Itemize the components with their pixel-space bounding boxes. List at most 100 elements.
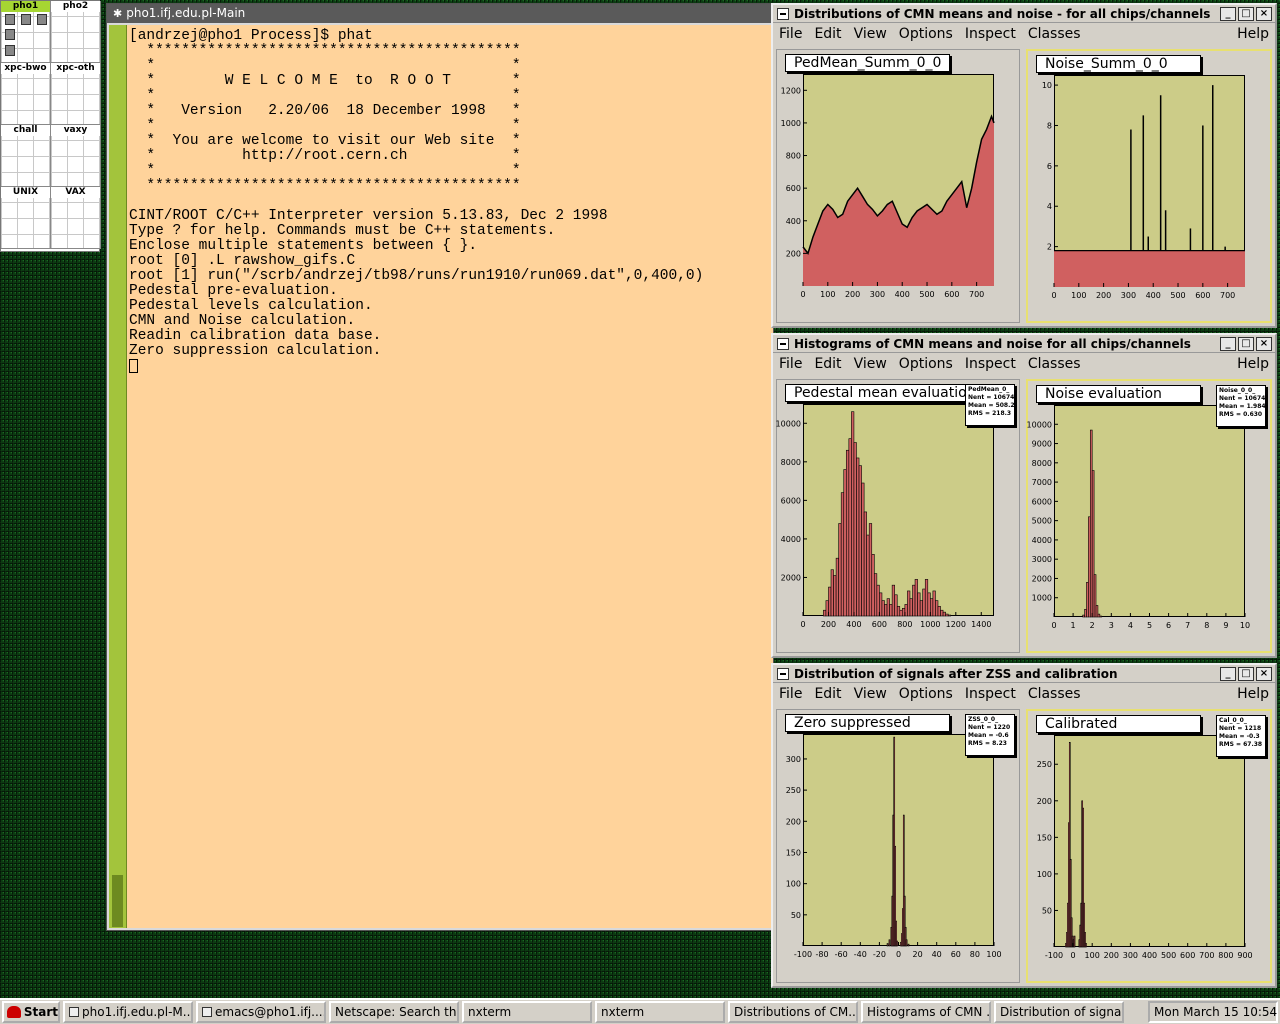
taskbar-task[interactable]: Histograms of CMN ...	[861, 1001, 991, 1023]
pager-mini-window[interactable]	[5, 14, 15, 25]
menu-help[interactable]: Help	[1237, 26, 1269, 42]
scrollbar-thumb[interactable]	[112, 875, 123, 927]
maximize-button[interactable]: □	[1238, 666, 1254, 681]
pager-desktop-4[interactable]: chall	[1, 125, 51, 187]
y-tick-label: 300	[786, 755, 801, 764]
taskbar-task[interactable]: Netscape: Search th...	[329, 1001, 459, 1023]
menu-file[interactable]: File	[779, 356, 802, 372]
canvas-pad[interactable]: Noise evaluation Noise_0_0_ Nent = 10674 Me…	[1026, 379, 1272, 653]
menu-classes[interactable]: Classes	[1028, 686, 1081, 702]
menu-classes[interactable]: Classes	[1028, 26, 1081, 42]
x-tick-label: 500	[1161, 951, 1176, 960]
canvas-titlebar[interactable]: Distributions of CMN means and noise - f…	[773, 5, 1275, 23]
x-tick-label: -20	[873, 950, 886, 959]
minimize-button[interactable]: _	[1220, 666, 1236, 681]
menu-edit[interactable]: Edit	[814, 686, 841, 702]
root-canvas-window[interactable]: Distributions of CMN means and noise - f…	[771, 3, 1277, 328]
menu-file[interactable]: File	[779, 26, 802, 42]
menu-options[interactable]: Options	[899, 356, 953, 372]
x-tick-label: -100	[1045, 951, 1063, 960]
task-icon	[69, 1007, 79, 1017]
histogram-plot: 0 100 200 300 400 500 600 700 2 4 6 8 10	[1042, 81, 1245, 300]
menu-file[interactable]: File	[779, 686, 802, 702]
pager-mini-window[interactable]	[37, 14, 47, 25]
pager-desktop-6[interactable]: UNIX	[1, 187, 51, 249]
y-tick-label: 8000	[781, 458, 801, 467]
terminal-line: * W E L C O M E to R O O T *	[129, 73, 521, 89]
canvas-pad[interactable]: Pedestal mean evaluation PedMean_0_ Nent =…	[776, 379, 1020, 653]
terminal-output[interactable]: [andrzej@pho1 Process]$ phat ***********…	[127, 25, 773, 928]
root-canvas-window[interactable]: Histograms of CMN means and noise for al…	[771, 333, 1277, 658]
x-tick-label: 700	[1199, 951, 1214, 960]
pager-mini-window[interactable]	[5, 45, 15, 56]
close-button[interactable]: ×	[1256, 6, 1272, 21]
menu-edit[interactable]: Edit	[814, 26, 841, 42]
canvas-pad[interactable]: Noise_Summ_0_0 0 100 200 300 400 500 600 700 2 4 6 8…	[1026, 49, 1272, 323]
histogram-bar	[833, 575, 837, 617]
pager-mini-window[interactable]	[5, 29, 15, 40]
canvas-titlebar[interactable]: Distribution of signals after ZSS and ca…	[773, 665, 1275, 683]
histogram-bar	[871, 554, 875, 617]
terminal-scrollbar[interactable]	[109, 25, 127, 928]
menu-view[interactable]: View	[854, 356, 887, 372]
pager-desktop-0[interactable]: pho1	[1, 1, 51, 63]
menu-view[interactable]: View	[854, 686, 887, 702]
menu-help[interactable]: Help	[1237, 356, 1269, 372]
maximize-button[interactable]: □	[1238, 336, 1254, 351]
minimize-button[interactable]: _	[1220, 336, 1236, 351]
x-tick-label: 600	[1180, 951, 1195, 960]
pad-title: Pedestal mean evaluation	[785, 384, 985, 402]
desktop-pager[interactable]: pho1 pho2 xpc-bwo xpc-oth chall vaxy UNIX VAX	[0, 0, 101, 252]
close-button[interactable]: ×	[1256, 336, 1272, 351]
x-tick-label: 0	[1071, 951, 1076, 960]
x-tick-label: -80	[816, 950, 829, 959]
terminal-line: root [1] run("/scrb/andrzej/tb98/runs/ru…	[129, 268, 704, 284]
window-menu-icon[interactable]	[777, 667, 789, 680]
x-tick-label: 4	[1128, 621, 1133, 630]
taskbar-task[interactable]: nxterm	[595, 1001, 725, 1023]
terminal-window[interactable]: ✱ pho1.ifj.edu.pl-Main [andrzej@pho1 Pro…	[106, 3, 774, 931]
histogram-bar	[917, 592, 921, 617]
x-tick-label: -40	[854, 950, 867, 959]
terminal-titlebar[interactable]: ✱ pho1.ifj.edu.pl-Main	[107, 4, 773, 23]
taskbar-task[interactable]: nxterm	[462, 1001, 592, 1023]
canvas-pad[interactable]: PedMean_Summ_0_0 0 100 200 300 400 500 600 700 20…	[776, 49, 1020, 323]
menu-inspect[interactable]: Inspect	[965, 686, 1016, 702]
pager-mini-window[interactable]	[21, 14, 31, 25]
histogram-bar	[1073, 935, 1076, 948]
stats-line: Nent = 1220	[968, 724, 1011, 731]
taskbar-task[interactable]: emacs@pho1.ifj....	[196, 1001, 326, 1023]
canvas-pad[interactable]: Calibrated Cal_0_0_ Nent = 1218 Mean = -0.3…	[1026, 709, 1272, 983]
pager-desktop-2[interactable]: xpc-bwo	[1, 63, 51, 125]
canvas-titlebar[interactable]: Histograms of CMN means and noise for al…	[773, 335, 1275, 353]
pager-desktop-7[interactable]: VAX	[51, 187, 101, 249]
taskbar-task[interactable]: Distributions of CM...	[728, 1001, 858, 1023]
close-button[interactable]: ×	[1256, 666, 1272, 681]
terminal-cursor[interactable]	[129, 359, 138, 373]
taskbar-task[interactable]: pho1.ifj.edu.pl-M...	[63, 1001, 193, 1023]
pager-desktop-1[interactable]: pho2	[51, 1, 101, 63]
maximize-button[interactable]: □	[1238, 6, 1254, 21]
start-button[interactable]: Start	[2, 1001, 60, 1023]
root-canvas-window[interactable]: Distribution of signals after ZSS and ca…	[771, 663, 1277, 988]
menu-options[interactable]: Options	[899, 26, 953, 42]
pager-desktop-5[interactable]: vaxy	[51, 125, 101, 187]
canvas-pad[interactable]: Zero suppressed ZSS_0_0_ Nent = 1220 Mean =…	[776, 709, 1020, 983]
histogram-bar	[937, 606, 941, 617]
window-menu-icon[interactable]	[777, 7, 789, 20]
menu-inspect[interactable]: Inspect	[965, 356, 1016, 372]
pager-desktop-3[interactable]: xpc-oth	[51, 63, 101, 125]
menu-view[interactable]: View	[854, 26, 887, 42]
taskbar-task[interactable]: Distribution of signal...	[994, 1001, 1124, 1023]
taskbar-task-label: Distribution of signal...	[1000, 1005, 1124, 1019]
terminal-app-icon[interactable]: ✱	[113, 4, 122, 23]
menu-edit[interactable]: Edit	[814, 356, 841, 372]
window-menu-icon[interactable]	[777, 337, 789, 350]
menu-inspect[interactable]: Inspect	[965, 26, 1016, 42]
histogram-bar	[899, 609, 903, 617]
minimize-button[interactable]: _	[1220, 6, 1236, 21]
menu-help[interactable]: Help	[1237, 686, 1269, 702]
menu-options[interactable]: Options	[899, 686, 953, 702]
menu-classes[interactable]: Classes	[1028, 356, 1081, 372]
x-tick-label: 100	[986, 950, 1001, 959]
